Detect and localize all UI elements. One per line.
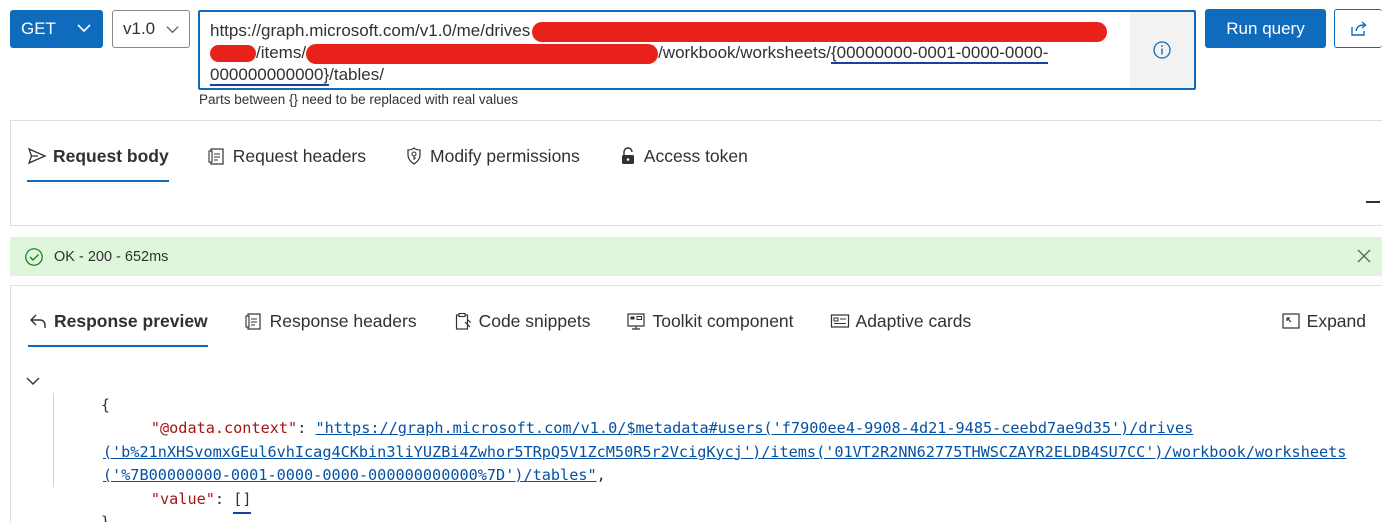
share-icon: [1350, 20, 1367, 36]
collapse-chevron-icon[interactable]: [26, 375, 40, 387]
tab-toolkit-component[interactable]: Toolkit component: [626, 305, 794, 337]
tab-response-preview[interactable]: Response preview: [28, 305, 208, 347]
tab-label: Code snippets: [478, 310, 591, 331]
status-text: OK - 200 - 652ms: [54, 248, 169, 265]
status-bar: OK - 200 - 652ms: [10, 237, 1382, 276]
expand-button[interactable]: Expand: [1281, 305, 1366, 337]
url-tables-segment: /tables/: [329, 65, 384, 84]
tab-label: Toolkit component: [652, 310, 794, 331]
expand-icon: [1282, 313, 1300, 329]
chevron-down-icon: [77, 24, 91, 33]
query-url-input[interactable]: https://graph.microsoft.com/v1.0/me/driv…: [198, 10, 1196, 90]
tab-label: Request headers: [232, 145, 367, 166]
json-row-context-cont2: ('%7B00000000-0001-0000-0000-00000000000…: [26, 441, 1376, 484]
url-prefix: https://graph.microsoft.com/v1.0/me/driv…: [210, 21, 531, 40]
request-panel: Request body Request headers Modify perm…: [10, 120, 1382, 226]
send-icon: [27, 147, 47, 165]
redacted-drive-id-cont: [210, 45, 256, 63]
run-query-button[interactable]: Run query: [1205, 9, 1326, 48]
tab-label: Response headers: [269, 310, 417, 331]
json-row-close: }: [26, 488, 1376, 522]
chevron-down-icon: [166, 26, 179, 34]
headers-icon: [245, 313, 261, 330]
http-method-dropdown[interactable]: GET: [10, 10, 103, 48]
tab-label: Modify permissions: [430, 145, 580, 166]
shield-key-icon: [407, 147, 421, 165]
tab-label: Access token: [643, 145, 748, 166]
json-row-context-cont: ('b%21nXHSvomxGEul6vhIcag4CKbin3liYUZBi4…: [26, 417, 1376, 461]
query-url-text[interactable]: https://graph.microsoft.com/v1.0/me/driv…: [210, 20, 1130, 86]
close-icon[interactable]: [1356, 248, 1372, 264]
json-close-brace: }: [100, 513, 111, 522]
url-placeholder-part1: {00000000-0001-0000-0000-: [830, 43, 1049, 64]
minimize-icon[interactable]: [1366, 201, 1380, 203]
tab-access-token[interactable]: Access token: [618, 140, 748, 172]
response-panel: Response preview Response headers Code s…: [10, 285, 1382, 522]
response-json-viewer: { "@odata.context": "https://graph.micro…: [26, 370, 1376, 522]
checkmark-circle-icon: [25, 247, 43, 266]
tab-label: Response preview: [54, 310, 208, 331]
tab-code-snippets[interactable]: Code snippets: [453, 305, 591, 337]
http-method-label: GET: [21, 19, 56, 38]
lock-icon: [621, 147, 634, 164]
tab-response-headers[interactable]: Response headers: [244, 305, 417, 337]
tab-request-headers[interactable]: Request headers: [207, 140, 366, 172]
version-dropdown[interactable]: v1.0: [112, 10, 190, 48]
json-row-context: "@odata.context": "https://graph.microso…: [26, 394, 1376, 437]
toolkit-icon: [627, 313, 646, 330]
url-helper-text: Parts between {} need to be replaced wit…: [199, 92, 518, 107]
clipboard-icon: [455, 312, 471, 330]
headers-icon: [208, 148, 224, 165]
tab-adaptive-cards[interactable]: Adaptive cards: [830, 305, 972, 337]
url-info-button[interactable]: [1130, 12, 1194, 88]
url-items-segment: /items/: [256, 43, 307, 62]
share-button[interactable]: [1334, 9, 1382, 48]
card-icon: [830, 314, 849, 328]
tab-label: Adaptive cards: [855, 310, 972, 331]
response-tabs: Response preview Response headers Code s…: [28, 305, 1007, 347]
undo-icon: [30, 314, 46, 328]
json-row-open: {: [26, 370, 1376, 414]
version-label: v1.0: [123, 19, 156, 38]
tab-request-body[interactable]: Request body: [27, 140, 169, 182]
info-icon: [1153, 41, 1171, 59]
redacted-drive-id: [532, 21, 1108, 42]
tab-modify-permissions[interactable]: Modify permissions: [404, 140, 580, 172]
url-worksheets-segment: /workbook/worksheets/: [658, 43, 831, 62]
request-tabs: Request body Request headers Modify perm…: [27, 140, 786, 182]
redacted-item-id: [306, 43, 659, 64]
expand-label: Expand: [1306, 310, 1366, 331]
url-placeholder-part2: 000000000000}: [210, 65, 330, 86]
json-row-value: "value": []: [26, 464, 1376, 514]
tab-label: Request body: [53, 145, 169, 166]
